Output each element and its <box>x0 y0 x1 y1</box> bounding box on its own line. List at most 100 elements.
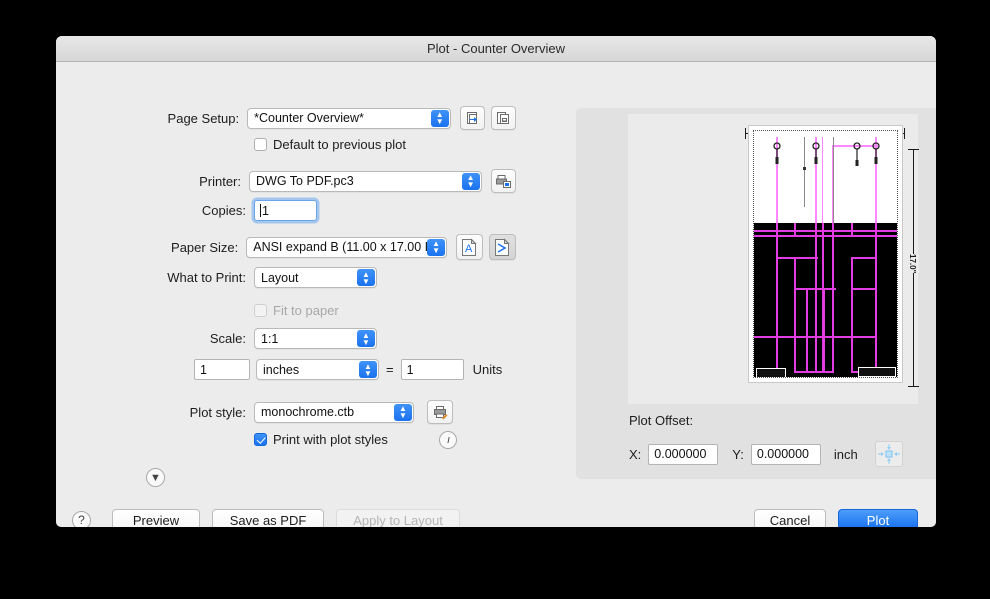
landscape-orientation-icon[interactable] <box>489 234 516 260</box>
scale-equals-label: = <box>386 362 394 377</box>
custom-scale-row: 1 inches ▲ ▼ = 1 Units <box>194 359 502 380</box>
page-save-icon[interactable] <box>490 106 516 130</box>
drawing-line <box>794 288 836 290</box>
width-dim-tick-right <box>904 128 905 139</box>
chevron-updown-icon: ▲ ▼ <box>430 109 449 127</box>
plot-offset-y-value: 0.000000 <box>756 447 810 461</box>
height-dimension-label: 17.0" <box>906 254 919 274</box>
plot-style-edit-icon[interactable] <box>427 400 453 424</box>
chevron-updown-icon: ▲ ▼ <box>357 269 375 286</box>
page-add-icon[interactable] <box>459 106 485 130</box>
plot-style-row: Plot style: monochrome.ctb ▲ ▼ <box>56 400 516 424</box>
disclosure-triangle-icon[interactable]: ▼ <box>146 468 165 487</box>
plot-offset-y-input[interactable]: 0.000000 <box>750 443 821 465</box>
drawing-line <box>851 257 877 259</box>
info-icon[interactable]: 𝚤 <box>439 431 457 449</box>
plot-button[interactable]: Plot <box>838 509 918 527</box>
scale-numerator-input[interactable]: 1 <box>194 359 250 380</box>
printer-label: Printer: <box>199 173 241 189</box>
help-button[interactable]: ? <box>72 510 91 527</box>
scale-units-value: inches <box>263 362 300 377</box>
scale-value: 1:1 <box>261 331 279 346</box>
plot-settings-form: Page Setup: *Counter Overview* ▲ ▼ Defau… <box>56 62 516 527</box>
plot-style-value: monochrome.ctb <box>261 405 355 419</box>
center-on-paper-icon[interactable] <box>874 441 903 467</box>
what-to-print-row: What to Print: Layout ▲ ▼ <box>56 267 516 288</box>
paper-size-select[interactable]: ANSI expand B (11.00 x 17.00 I... ▲ ▼ <box>246 236 448 258</box>
plot-offset-x-input[interactable]: 0.000000 <box>648 443 719 465</box>
fit-to-paper-checkbox[interactable] <box>254 304 267 317</box>
paper-size-value: ANSI expand B (11.00 x 17.00 I... <box>253 240 439 254</box>
printer-value: DWG To PDF.pc3 <box>256 174 354 188</box>
drawing-line <box>794 223 796 237</box>
chevron-updown-icon: ▲ ▼ <box>427 238 446 256</box>
page-setup-row: Page Setup: *Counter Overview* ▲ ▼ <box>56 106 516 130</box>
drawing-line <box>794 257 796 373</box>
footer-left-buttons: ? Preview Save as PDF Apply to Layout <box>72 509 460 527</box>
default-to-previous-plot-label: Default to previous plot <box>273 137 406 152</box>
drawing-line <box>832 223 834 373</box>
scale-row: Scale: 1:1 ▲ ▼ <box>56 328 516 349</box>
scale-denominator-input[interactable]: 1 <box>400 359 464 380</box>
print-with-plot-styles-checkbox[interactable] <box>254 433 267 446</box>
drawing-line <box>794 371 834 373</box>
scale-label: Scale: <box>209 331 246 346</box>
page-setup-label: Page Setup: <box>167 110 240 126</box>
print-with-plot-styles-row[interactable]: Print with plot styles <box>254 432 388 447</box>
drawing-line <box>822 137 823 227</box>
plot-offset-fields: X: 0.000000 Y: 0.000000 inch <box>629 441 936 467</box>
dialog-title: Plot - Counter Overview <box>427 41 565 56</box>
drawing-fixture <box>811 142 821 171</box>
plot-offset-units-label: inch <box>833 446 858 462</box>
plot-offset-x-label: X: <box>629 446 642 462</box>
what-to-print-select[interactable]: Layout ▲ ▼ <box>254 267 377 288</box>
drawing-line <box>875 223 877 373</box>
copies-row: Copies: 1 <box>56 200 516 221</box>
save-as-pdf-button[interactable]: Save as PDF <box>212 509 324 527</box>
page-setup-value: *Counter Overview* <box>254 111 364 125</box>
drawing-fixture <box>871 142 881 171</box>
scale-units-select[interactable]: inches ▲ ▼ <box>256 359 379 380</box>
plot-offset-section: Plot Offset: X: 0.000000 Y: 0.000000 inc… <box>629 413 936 467</box>
plot-offset-x-value: 0.000000 <box>654 447 707 461</box>
width-dim-tick-left <box>745 128 746 139</box>
chevron-updown-icon: ▲ ▼ <box>394 403 412 421</box>
print-with-plot-styles-label: Print with plot styles <box>273 432 388 447</box>
drawing-line <box>804 137 805 207</box>
paper-size-row: Paper Size: ANSI expand B (11.00 x 17.00… <box>56 234 516 260</box>
drawing-line <box>851 288 877 290</box>
what-to-print-label: What to Print: <box>167 270 246 285</box>
default-to-previous-plot-checkbox[interactable] <box>254 138 267 151</box>
drawing-marker <box>803 167 806 170</box>
cancel-button[interactable]: Cancel <box>754 509 826 527</box>
scale-units-label: Units <box>472 362 503 377</box>
scale-numerator-value: 1 <box>200 362 207 377</box>
drawing-line <box>823 288 825 373</box>
default-to-previous-plot-row[interactable]: Default to previous plot <box>254 137 406 152</box>
disclosure-row: ▼ <box>146 468 165 487</box>
page-setup-select[interactable]: *Counter Overview* ▲ ▼ <box>247 107 451 129</box>
height-dim-tick-bottom <box>908 386 919 387</box>
apply-to-layout-button[interactable]: Apply to Layout <box>336 509 460 527</box>
paper-sheet <box>748 125 903 383</box>
plot-style-select[interactable]: monochrome.ctb ▲ ▼ <box>254 401 414 423</box>
text-caret <box>260 204 261 217</box>
scale-select[interactable]: 1:1 ▲ ▼ <box>254 328 377 349</box>
plot-preview-canvas: 11.0" 17.0" <box>628 114 919 404</box>
fit-to-paper-label: Fit to paper <box>273 303 339 318</box>
fit-to-paper-row[interactable]: Fit to paper <box>254 303 339 318</box>
drawing-line <box>833 137 834 227</box>
copies-input[interactable]: 1 <box>254 200 317 221</box>
what-to-print-value: Layout <box>261 270 299 285</box>
drawing-stamp-block <box>858 367 896 377</box>
drawing-line <box>754 336 778 338</box>
drawing-line <box>851 257 853 373</box>
printer-select[interactable]: DWG To PDF.pc3 ▲ ▼ <box>249 170 482 192</box>
drawing-line <box>806 288 808 373</box>
plot-dialog: Plot - Counter Overview Page Setup: *Cou… <box>56 36 936 527</box>
preview-button[interactable]: Preview <box>112 509 200 527</box>
printer-settings-icon[interactable] <box>490 169 516 193</box>
portrait-orientation-icon[interactable]: A <box>456 234 484 260</box>
info-row: 𝚤 <box>439 431 457 449</box>
drawing-fixture <box>772 142 782 171</box>
